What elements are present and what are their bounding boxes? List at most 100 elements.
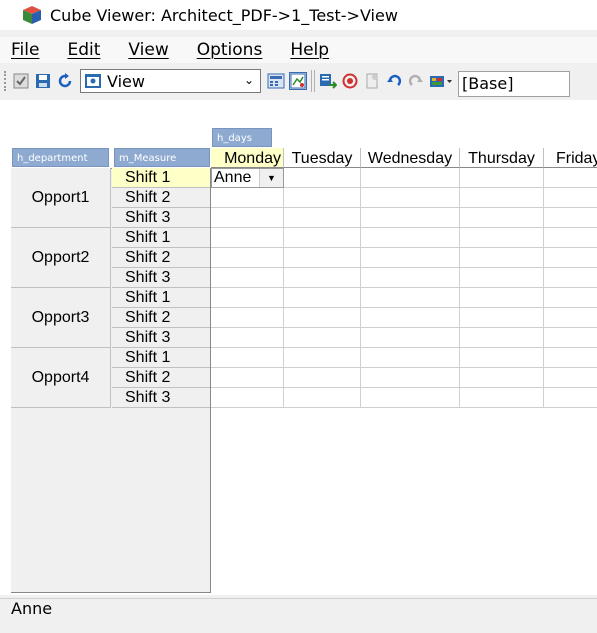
grid-cell[interactable] — [284, 248, 361, 268]
grid-cell[interactable] — [211, 328, 284, 348]
grid-cell[interactable] — [361, 268, 460, 288]
row-header-shift[interactable]: Shift 2 — [112, 368, 210, 388]
redo-icon[interactable] — [407, 72, 425, 90]
grid-cell[interactable] — [211, 208, 284, 228]
grid-cell[interactable] — [361, 188, 460, 208]
row-header-shift[interactable]: Shift 1 — [112, 168, 210, 188]
grid-cell[interactable] — [284, 268, 361, 288]
grid-cell[interactable] — [361, 348, 460, 368]
grid-cell[interactable] — [361, 288, 460, 308]
calculator-icon[interactable] — [267, 72, 285, 90]
grid-cell[interactable] — [544, 268, 597, 288]
grid-cell[interactable] — [211, 288, 284, 308]
row-header-dept[interactable]: Opport3 — [11, 288, 111, 348]
grid-cell[interactable] — [460, 368, 544, 388]
toolbar-grip[interactable] — [4, 71, 10, 91]
save-icon[interactable] — [34, 72, 52, 90]
grid-cell[interactable] — [544, 248, 597, 268]
row-header-dept[interactable]: Opport1 — [11, 168, 111, 228]
grid-cell[interactable] — [361, 228, 460, 248]
grid-cell[interactable] — [211, 368, 284, 388]
column-header-day[interactable]: Friday — [544, 148, 597, 168]
row-header-shift[interactable]: Shift 1 — [112, 348, 210, 368]
column-header-day[interactable]: Tuesday — [284, 148, 361, 168]
grid-cell[interactable] — [211, 188, 284, 208]
grid-cell[interactable] — [544, 308, 597, 328]
grid-cell[interactable] — [544, 348, 597, 368]
grid-cell[interactable] — [544, 288, 597, 308]
refresh-icon[interactable] — [56, 72, 74, 90]
palette-dropdown-icon[interactable] — [429, 72, 453, 90]
row-header-shift[interactable]: Shift 3 — [112, 388, 210, 408]
row-header-dept[interactable]: Opport2 — [11, 228, 111, 288]
grid-cell[interactable] — [284, 228, 361, 248]
column-header-day[interactable]: Monday — [211, 148, 284, 168]
row-dim-measure[interactable]: m_Measure — [114, 148, 210, 167]
grid-cell[interactable] — [361, 328, 460, 348]
grid-cell[interactable] — [544, 208, 597, 228]
grid-cell[interactable] — [544, 368, 597, 388]
active-cell-editor[interactable]: Anne ▼ — [211, 168, 284, 188]
column-dim-days[interactable]: h_days — [212, 128, 272, 147]
grid-cell[interactable] — [284, 348, 361, 368]
sandbox-icon[interactable] — [289, 72, 307, 90]
row-header-shift[interactable]: Shift 1 — [112, 288, 210, 308]
row-header-shift[interactable]: Shift 3 — [112, 268, 210, 288]
view-dropdown[interactable]: View ⌄ — [80, 69, 261, 93]
grid-cell[interactable] — [211, 228, 284, 248]
stop-icon[interactable] — [341, 72, 359, 90]
grid-cell[interactable] — [211, 388, 284, 408]
grid-cell[interactable] — [284, 328, 361, 348]
grid-cell[interactable] — [460, 208, 544, 228]
grid-cell[interactable] — [284, 368, 361, 388]
export-icon[interactable] — [319, 72, 337, 90]
row-header-shift[interactable]: Shift 2 — [112, 308, 210, 328]
grid-cell[interactable] — [460, 248, 544, 268]
row-header-dept[interactable]: Opport4 — [11, 348, 111, 408]
row-header-shift[interactable]: Shift 2 — [112, 188, 210, 208]
grid-cell[interactable] — [361, 248, 460, 268]
grid-cell[interactable] — [284, 308, 361, 328]
grid-cell[interactable] — [361, 208, 460, 228]
base-field[interactable]: [Base] — [458, 71, 570, 97]
grid-cell[interactable] — [460, 268, 544, 288]
grid-cell[interactable] — [361, 168, 460, 188]
grid-cell[interactable] — [361, 308, 460, 328]
menu-options[interactable]: Options — [197, 40, 263, 60]
row-header-shift[interactable]: Shift 3 — [112, 328, 210, 348]
dropdown-arrow-icon[interactable]: ▼ — [259, 169, 283, 187]
grid-cell[interactable] — [284, 388, 361, 408]
grid-cell[interactable] — [361, 388, 460, 408]
grid-cell[interactable] — [284, 188, 361, 208]
document-icon[interactable] — [363, 72, 381, 90]
checkbox-icon[interactable] — [12, 72, 30, 90]
grid-cell[interactable] — [211, 348, 284, 368]
grid-cell[interactable] — [544, 328, 597, 348]
grid-cell[interactable] — [211, 268, 284, 288]
grid-cell[interactable] — [211, 248, 284, 268]
grid-cell[interactable] — [460, 328, 544, 348]
row-header-shift[interactable]: Shift 1 — [112, 228, 210, 248]
menu-file[interactable]: File — [11, 40, 39, 60]
grid-cell[interactable] — [211, 308, 284, 328]
grid-cell[interactable] — [460, 168, 544, 188]
grid-cell[interactable] — [460, 228, 544, 248]
column-header-day[interactable]: Wednesday — [361, 148, 460, 168]
column-header-day[interactable]: Thursday — [460, 148, 544, 168]
grid-cell[interactable] — [361, 368, 460, 388]
undo-icon[interactable] — [385, 72, 403, 90]
grid-cell[interactable] — [460, 348, 544, 368]
row-header-shift[interactable]: Shift 2 — [112, 248, 210, 268]
menu-edit[interactable]: Edit — [67, 40, 100, 60]
grid-cell[interactable] — [284, 288, 361, 308]
grid-cell[interactable] — [544, 388, 597, 408]
menu-help[interactable]: Help — [290, 40, 329, 60]
grid-cell[interactable] — [460, 388, 544, 408]
grid-cell[interactable] — [460, 308, 544, 328]
grid-cell[interactable] — [460, 288, 544, 308]
grid-cell[interactable] — [544, 188, 597, 208]
menu-view[interactable]: View — [128, 40, 168, 60]
grid-cell[interactable] — [284, 208, 361, 228]
row-header-shift[interactable]: Shift 3 — [112, 208, 210, 228]
grid-cell[interactable] — [544, 228, 597, 248]
